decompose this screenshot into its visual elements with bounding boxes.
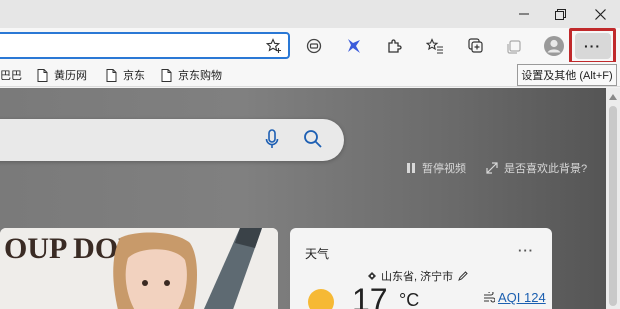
more-icon: ··· [574,33,611,59]
browser-toolbar: ··· [0,28,620,64]
minimize-icon [519,13,529,15]
address-input[interactable] [4,37,254,55]
page-scrollbar[interactable] [606,88,620,309]
news-card-image[interactable]: OUP DOE [0,228,278,309]
favorites-button[interactable] [421,32,449,60]
favorites-icon [426,38,443,54]
profile-icon [544,36,564,56]
microphone-icon[interactable] [265,129,279,151]
bookmark-label: 京东 [123,70,145,82]
collections-icon [468,38,483,53]
workspace-icon [507,40,521,54]
expand-icon [486,162,498,174]
page-icon [37,68,48,82]
tracking-button[interactable] [300,32,328,60]
extensions-icon [388,39,402,53]
settings-and-more-button[interactable]: ··· [569,28,616,64]
title-bar [0,0,620,28]
edit-icon[interactable] [458,271,468,281]
sun-icon [308,289,334,309]
address-bar[interactable] [0,32,290,59]
location-label: 山东省, 济宁市 [381,271,454,283]
air-quality-icon [484,291,495,303]
page-icon [106,68,117,82]
extensions-button[interactable] [380,32,408,60]
close-button[interactable] [581,0,619,28]
pause-video-label: 暂停视频 [422,163,466,175]
search-icon[interactable] [303,129,323,149]
bing-button[interactable] [340,32,368,60]
scroll-up-arrow[interactable] [609,94,617,100]
scroll-thumb[interactable] [609,106,617,306]
aqi-value: AQI 124 [498,290,546,305]
bing-icon [348,39,360,53]
web-search-box[interactable] [0,119,344,161]
tracking-icon [306,38,322,54]
bookmark-item[interactable]: 巴巴 [0,66,22,84]
temperature-value: 17 [352,282,388,309]
background-feedback-label: 是否喜欢此背景? [504,163,588,175]
bookmark-label: 京东购物 [178,70,222,82]
page-icon [161,68,172,82]
bookmark-label: 黄历网 [54,70,87,82]
minimize-button[interactable] [505,0,543,28]
pause-icon [407,163,415,173]
star-add-icon[interactable] [266,38,282,54]
news-photo: OUP DOE [0,228,278,309]
bookmark-item[interactable]: 黄历网 [37,66,87,84]
weather-title: 天气 [305,247,330,261]
pause-video-button[interactable]: 暂停视频 [406,160,466,176]
close-icon [594,8,606,20]
aqi-link[interactable]: AQI 124 [483,290,546,305]
bookmark-item[interactable]: 京东 [106,66,145,84]
background-feedback-button[interactable]: 是否喜欢此背景? [486,160,587,176]
restore-button[interactable] [541,0,579,28]
temperature-unit: °C [399,290,420,309]
location-icon [368,272,376,280]
settings-tooltip: 设置及其他 (Alt+F) [517,64,617,86]
workspace-button[interactable] [500,32,528,60]
weather-card[interactable]: 天气 ··· 山东省, 济宁市 17 °C AQI 124 [290,228,552,309]
restore-icon [554,8,566,20]
bookmark-item[interactable]: 京东购物 [161,66,222,84]
collections-button[interactable] [462,32,490,60]
new-tab-page: 暂停视频 是否喜欢此背景? OUP DOE 天气 ··· 山东省, 济宁市 17… [0,88,606,309]
bookmark-label: 巴巴 [0,70,22,82]
weather-more-button[interactable]: ··· [516,242,536,258]
profile-button[interactable] [540,32,568,60]
